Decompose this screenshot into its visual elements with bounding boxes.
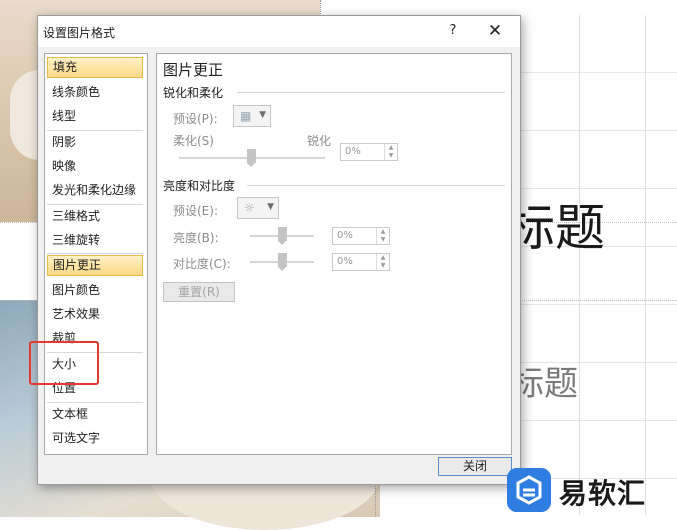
nav-divider (47, 130, 143, 131)
sharpen-slider-thumb[interactable] (247, 149, 256, 167)
close-icon[interactable]: ✕ (482, 20, 508, 42)
spinner-arrows-icon[interactable]: ▲ ▼ (376, 254, 389, 270)
brand-logo-icon (507, 468, 551, 512)
contrast-value: 0% (337, 256, 353, 267)
nav-item-fill[interactable]: 填充 (47, 57, 143, 78)
nav-item-line-color[interactable]: 线条颜色 (47, 82, 143, 103)
close-button[interactable]: 关闭 (438, 457, 512, 476)
spinner-arrows-icon[interactable]: ▲ ▼ (376, 228, 389, 244)
nav-divider (47, 253, 143, 254)
nav-item-text-box[interactable]: 文本框 (47, 404, 143, 425)
panel-title: 图片更正 (163, 61, 224, 79)
soften-label: 柔化(S) (173, 134, 214, 148)
brightness-value: 0% (337, 230, 353, 241)
nav-item-artistic-effects[interactable]: 艺术效果 (47, 304, 143, 325)
watermark-text: 易软汇 (559, 477, 647, 510)
contrast-slider-thumb[interactable] (278, 253, 287, 271)
nav-item-glow-soft-edges[interactable]: 发光和柔化边缘 (47, 180, 143, 201)
help-button[interactable]: ? (440, 20, 466, 42)
sun-icon: ☼ (244, 201, 255, 215)
spinner-arrows-icon[interactable]: ▲ ▼ (384, 144, 397, 160)
brightness-label: 亮度(B): (173, 231, 219, 245)
contrast-label: 对比度(C): (173, 257, 231, 271)
nav-item-picture-corrections[interactable]: 图片更正 (47, 255, 143, 276)
slide-gridlines (515, 15, 677, 515)
nav-item-3d-format[interactable]: 三维格式 (47, 206, 143, 227)
reset-button[interactable]: 重置(R) (163, 282, 235, 302)
sharpen-value: 0% (345, 146, 361, 157)
sharpen-preset-label: 预设(P): (173, 112, 218, 126)
sharpen-preset-dropdown[interactable]: ▦ ▼ (233, 105, 271, 127)
category-list: 填充 线条颜色 线型 阴影 映像 发光和柔化边缘 三维格式 三维旋转 图片更正 … (44, 53, 148, 455)
nav-divider (47, 402, 143, 403)
brightness-slider-thumb[interactable] (278, 227, 287, 245)
format-picture-dialog: 设置图片格式 ? ✕ 填充 线条颜色 线型 阴影 映像 发光和柔化边缘 三维格式… (37, 15, 521, 485)
picture-corrections-panel: 图片更正 锐化和柔化 预设(P): ▦ ▼ 柔化(S) 锐化 0% ▲ ▼ 亮度和… (156, 53, 512, 455)
annotation-highlight-box (29, 341, 99, 385)
chevron-down-icon: ▼ (267, 202, 274, 212)
section-divider (247, 185, 505, 186)
nav-item-alt-text[interactable]: 可选文字 (47, 428, 143, 449)
sharpen-soften-heading: 锐化和柔化 (163, 86, 224, 100)
chevron-down-icon: ▼ (259, 110, 266, 120)
sharpen-label: 锐化 (307, 134, 332, 148)
sharpen-value-spinner[interactable]: 0% ▲ ▼ (340, 143, 398, 161)
nav-item-shadow[interactable]: 阴影 (47, 132, 143, 153)
nav-item-3d-rotation[interactable]: 三维旋转 (47, 230, 143, 251)
nav-item-picture-color[interactable]: 图片颜色 (47, 280, 143, 301)
nav-item-reflection[interactable]: 映像 (47, 156, 143, 177)
brightness-contrast-heading: 亮度和对比度 (163, 179, 236, 193)
contrast-value-spinner[interactable]: 0% ▲ ▼ (332, 253, 390, 271)
nav-item-line-style[interactable]: 线型 (47, 106, 143, 127)
watermark-logo: 易软汇 (505, 462, 677, 517)
brightness-value-spinner[interactable]: 0% ▲ ▼ (332, 227, 390, 245)
brightness-preset-label: 预设(E): (173, 204, 218, 218)
section-divider (237, 92, 505, 93)
preset-thumbnail-icon: ▦ (240, 109, 252, 123)
nav-divider (47, 204, 143, 205)
dialog-titlebar[interactable]: 设置图片格式 ? ✕ (38, 16, 520, 47)
brightness-preset-dropdown[interactable]: ☼ ▼ (237, 197, 279, 219)
dialog-title: 设置图片格式 (43, 26, 116, 40)
